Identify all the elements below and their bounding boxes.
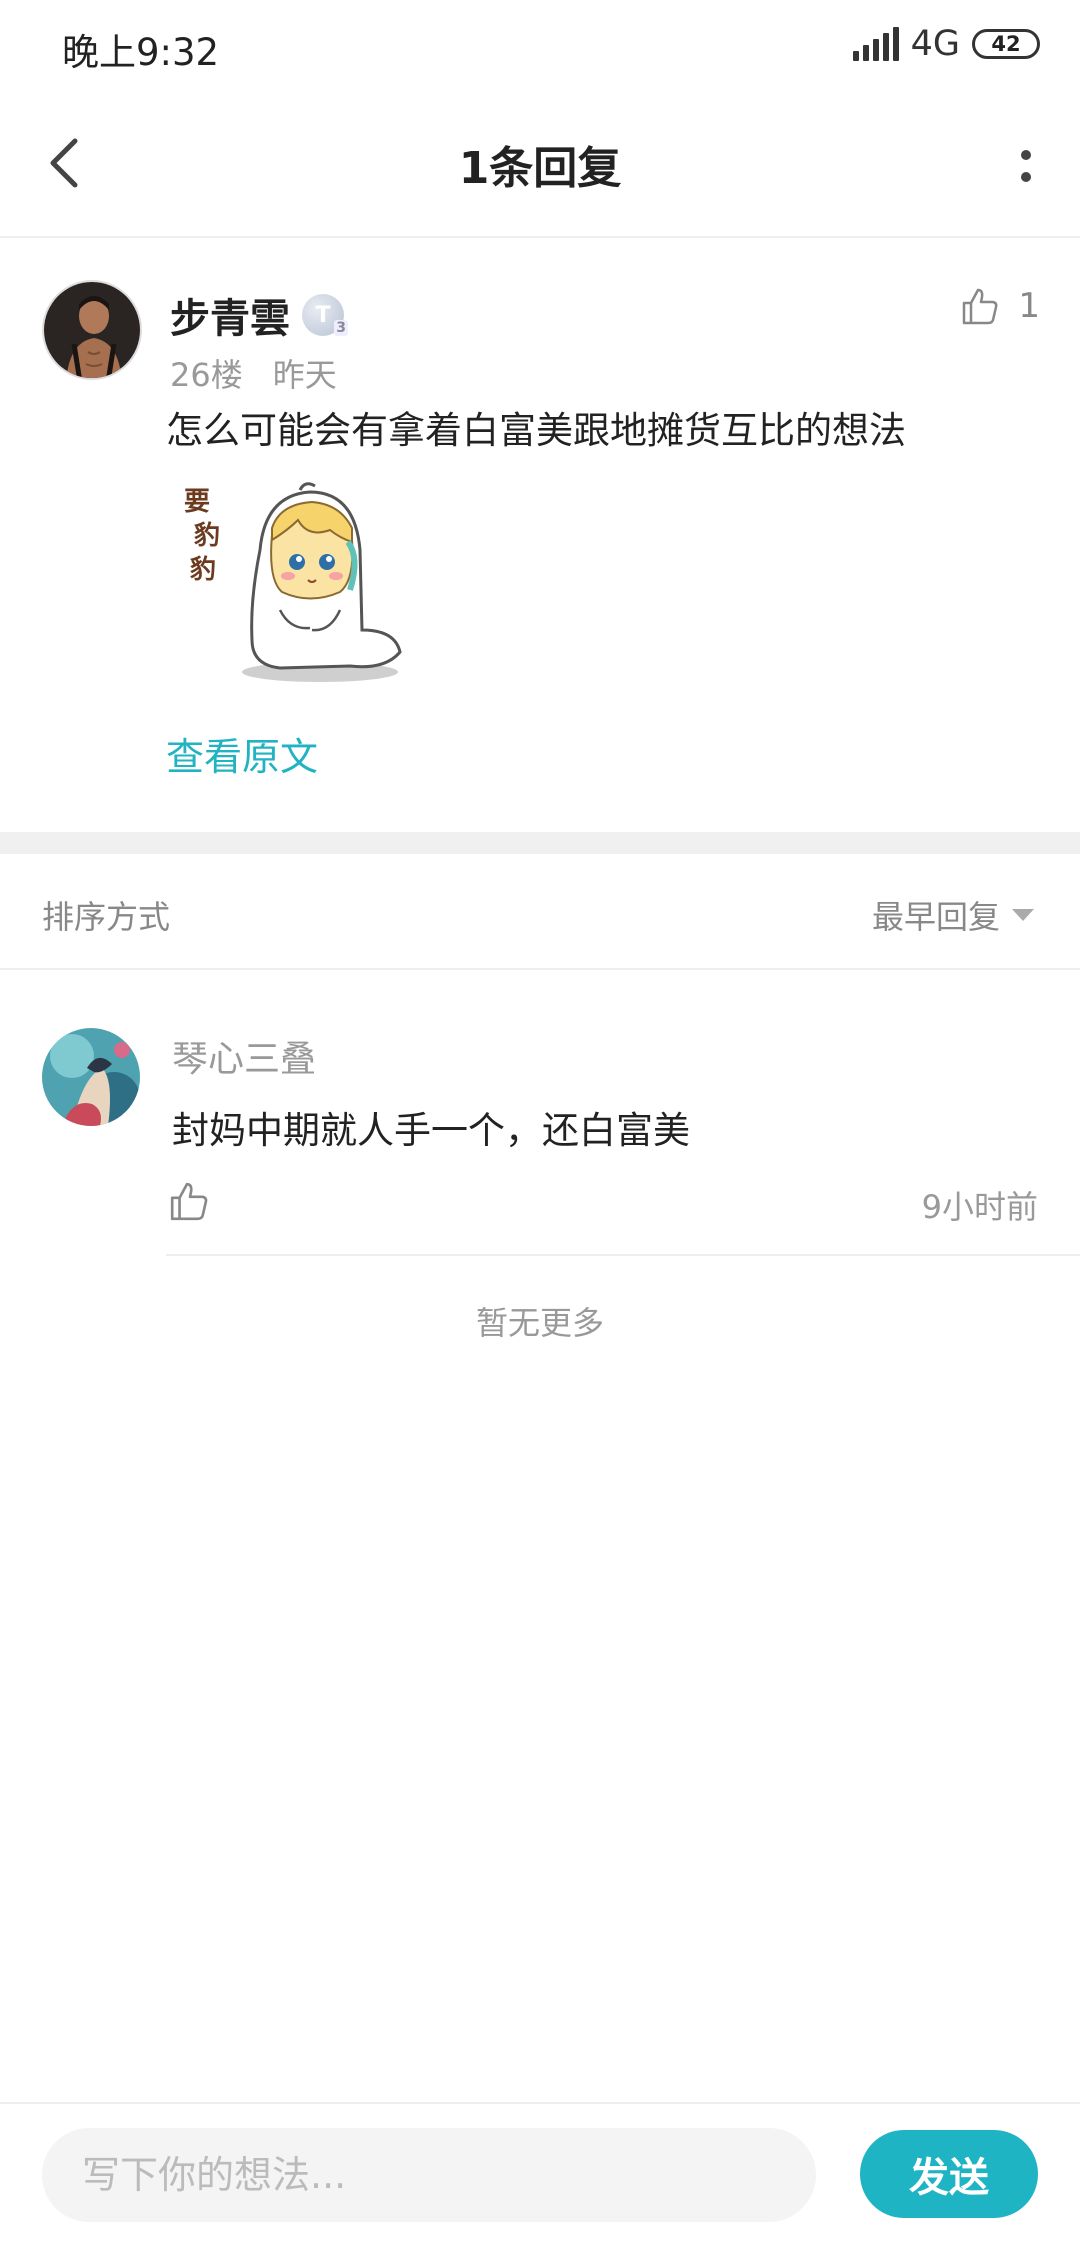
status-bar: 晚上9:32 4G 42 [0,0,1080,92]
caret-down-icon [1012,909,1034,921]
svg-text:豹: 豹 [193,520,220,551]
thumbs-up-icon [963,288,998,325]
svg-text:要: 要 [184,487,210,517]
thumbs-up-icon [170,1182,208,1221]
status-indicators: 4G 42 [852,24,1040,64]
reply-text: 封妈中期就人手一个，还白富美 [172,1109,690,1152]
level-badge-letter: T [315,302,331,328]
more-vertical-icon [1021,150,1031,160]
avatar[interactable] [42,1028,140,1126]
sort-label: 排序方式 [42,898,171,936]
comment-meta: 26楼 昨天 [170,350,337,396]
no-more-label: 暂无更多 [475,1304,604,1342]
like-button[interactable]: 1 [960,286,1040,326]
comment-text: 怎么可能会有拿着白富美跟地摊货互比的想法 [166,409,906,452]
page-title: 1条回复 [458,143,622,194]
svg-text:豹: 豹 [189,554,216,585]
sticker-illustration: 要 豹 豹 [184,482,402,682]
main-comment: 步青雲 T 3 1 26楼 昨天 怎么可能会有拿着白富美跟地摊货互比的想法 要 … [0,240,1080,832]
send-button[interactable]: 发送 [860,2130,1038,2218]
section-divider [0,832,1080,854]
reply-time: 9小时前 [921,1188,1038,1226]
header: 1条回复 [0,92,1080,238]
sort-dropdown[interactable]: 最早回复 [872,892,1034,938]
reply-author[interactable]: 琴心三叠 [172,1030,316,1082]
comment-time: 昨天 [272,356,337,394]
battery-level: 42 [991,32,1021,56]
reply-like-button[interactable] [168,1180,210,1222]
status-time: 晚上9:32 [62,31,220,74]
sort-bar: 排序方式 最早回复 [0,854,1080,970]
author-name[interactable]: 步青雲 [170,286,290,344]
avatar-image [44,282,140,378]
floor-number: 26楼 [170,356,243,394]
composer-bar: 发送 [0,2102,1080,2244]
battery-icon: 42 [972,29,1040,59]
level-badge-sub: 3 [334,320,348,336]
author-row: 步青雲 T 3 [170,286,348,344]
reply-divider [166,1254,1080,1256]
like-count: 1 [1018,286,1040,326]
sort-selected: 最早回复 [871,898,1000,936]
level-badge-icon: T 3 [302,294,348,336]
comment-input[interactable] [42,2128,816,2222]
view-original-link[interactable]: 查看原文 [166,726,318,781]
sticker-image[interactable]: 要 豹 豹 [180,480,420,690]
more-button[interactable] [1006,136,1046,196]
network-label: 4G [910,24,960,64]
reply-item: 琴心三叠 封妈中期就人手一个，还白富美 9小时前 [0,972,1080,1256]
avatar-image [42,1028,140,1126]
avatar[interactable] [42,280,142,380]
signal-icon [852,27,899,61]
